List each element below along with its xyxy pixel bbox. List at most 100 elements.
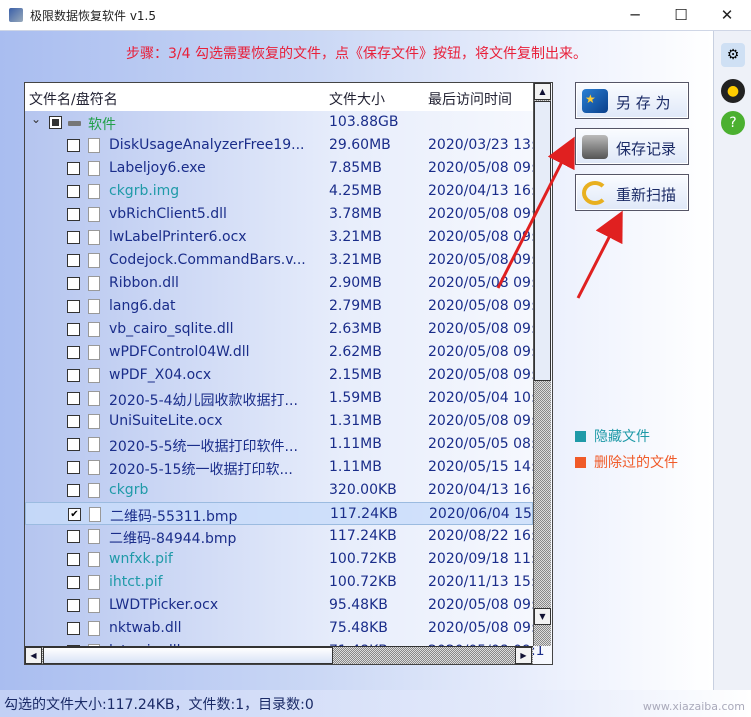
file-date: 2020/05/08 09:1 [428, 597, 545, 613]
file-checkbox[interactable] [67, 392, 80, 405]
file-row[interactable]: nktwab.dll 75.48KB 2020/05/08 09:1 [25, 617, 545, 640]
file-icon [88, 161, 100, 176]
qq-penguin-icon[interactable]: ● [721, 79, 745, 103]
file-name: vb_cairo_sqlite.dll [109, 321, 234, 337]
file-checkbox[interactable] [67, 415, 80, 428]
file-row[interactable]: lang6.dat 2.79MB 2020/05/08 09:1 [25, 295, 545, 318]
file-checkbox[interactable]: ✔ [68, 508, 81, 521]
scroll-down-button[interactable]: ▼ [534, 608, 551, 625]
file-checkbox[interactable] [67, 461, 80, 474]
refresh-icon [582, 181, 608, 205]
file-checkbox[interactable] [67, 622, 80, 635]
file-checkbox[interactable] [67, 323, 80, 336]
file-row[interactable]: wPDF_X04.ocx 2.15MB 2020/05/08 09:1 [25, 364, 545, 387]
file-checkbox[interactable] [67, 254, 80, 267]
file-checkbox[interactable] [67, 553, 80, 566]
file-row[interactable]: vbRichClient5.dll 3.78MB 2020/05/08 09:1 [25, 203, 545, 226]
close-button[interactable]: ✕ [704, 0, 750, 31]
file-row[interactable]: wPDFControl04W.dll 2.62MB 2020/05/08 09:… [25, 341, 545, 364]
file-row[interactable]: ihtct.pif 100.72KB 2020/11/13 15:2 [25, 571, 545, 594]
file-row[interactable]: ✔ 二维码-55311.bmp 117.24KB 2020/06/04 15:2 [25, 502, 546, 525]
file-row[interactable]: 2020-5-15统一收据打印软... 1.11MB 2020/05/15 14… [25, 456, 545, 479]
file-row[interactable]: wnfxk.pif 100.72KB 2020/09/18 11:4 [25, 548, 545, 571]
horizontal-scrollbar[interactable]: ◀ ▶ [25, 646, 533, 664]
file-checkbox[interactable] [67, 530, 80, 543]
file-checkbox[interactable] [67, 162, 80, 175]
scroll-left-button[interactable]: ◀ [25, 647, 42, 664]
file-list[interactable]: 文件名/盘符名 文件大小 最后访问时间 ⌄ 软件 103.88GB DiskUs… [24, 82, 553, 665]
minimize-button[interactable]: ─ [612, 0, 658, 31]
status-bar: 勾选的文件大小:117.24KB，文件数:1，目录数:0 [0, 690, 751, 717]
file-checkbox[interactable] [67, 231, 80, 244]
vertical-scrollbar[interactable]: ▲ ▼ [533, 83, 551, 646]
file-checkbox[interactable] [67, 208, 80, 221]
file-size: 117.24KB [329, 528, 397, 544]
network-icon[interactable]: ⚙ [721, 43, 745, 67]
file-name: vbRichClient5.dll [109, 206, 227, 222]
file-row[interactable]: 二维码-84944.bmp 117.24KB 2020/08/22 16:2 [25, 525, 545, 548]
file-checkbox[interactable] [67, 599, 80, 612]
file-row[interactable]: 2020-5-5统一收据打印软件... 1.11MB 2020/05/05 08… [25, 433, 545, 456]
file-date: 2020/09/18 11:4 [428, 551, 545, 567]
file-row[interactable]: ckgrb.img 4.25MB 2020/04/13 16:2 [25, 180, 545, 203]
file-icon [88, 437, 100, 452]
file-icon [88, 138, 100, 153]
file-size: 2.79MB [329, 298, 382, 314]
file-row[interactable]: Ribbon.dll 2.90MB 2020/05/08 09:1 [25, 272, 545, 295]
file-date: 2020/05/08 09:1 [428, 275, 545, 291]
file-name: UniSuiteLite.ocx [109, 413, 223, 429]
scroll-up-button[interactable]: ▲ [534, 83, 551, 100]
rescan-button[interactable]: 重新扫描 [575, 174, 689, 211]
file-date: 2020/05/08 09:1 [428, 160, 545, 176]
maximize-button[interactable]: ☐ [658, 0, 704, 31]
file-date: 2020/05/05 08:5 [428, 436, 545, 452]
file-size: 75.48KB [329, 620, 388, 636]
file-size: 1.11MB [329, 459, 382, 475]
legend-hidden-files: 隐藏文件 [575, 426, 650, 446]
file-row[interactable]: LWDTPicker.ocx 95.48KB 2020/05/08 09:1 [25, 594, 545, 617]
file-checkbox[interactable] [67, 185, 80, 198]
file-size: 2.62MB [329, 344, 382, 360]
file-size: 3.78MB [329, 206, 382, 222]
column-header-name[interactable]: 文件名/盘符名 [29, 89, 118, 109]
horizontal-scroll-thumb[interactable] [43, 647, 333, 664]
root-name: 软件 [88, 117, 116, 133]
root-folder-row[interactable]: ⌄ 软件 103.88GB [25, 111, 533, 134]
file-checkbox[interactable] [67, 576, 80, 589]
file-checkbox[interactable] [67, 346, 80, 359]
file-size: 1.11MB [329, 436, 382, 452]
file-row[interactable]: DiskUsageAnalyzerFree19... 29.60MB 2020/… [25, 134, 545, 157]
scroll-right-button[interactable]: ▶ [515, 647, 532, 664]
vertical-scroll-thumb[interactable] [534, 101, 551, 381]
file-checkbox[interactable] [67, 484, 80, 497]
save-log-button[interactable]: 保存记录 [575, 128, 689, 165]
file-name: lwLabelPrinter6.ocx [109, 229, 247, 245]
expand-chevron-icon[interactable]: ⌄ [31, 112, 41, 126]
file-icon [88, 322, 100, 337]
file-row[interactable]: vb_cairo_sqlite.dll 2.63MB 2020/05/08 09… [25, 318, 545, 341]
file-name: ihtct.pif [109, 574, 163, 590]
file-row[interactable]: UniSuiteLite.ocx 1.31MB 2020/05/08 09:1 [25, 410, 545, 433]
column-header-size[interactable]: 文件大小 [329, 89, 385, 109]
root-checkbox[interactable] [49, 116, 62, 129]
file-row[interactable]: 2020-5-4幼儿园收款收据打... 1.59MB 2020/05/04 10… [25, 387, 545, 410]
file-date: 2020/05/08 09:1 [428, 413, 545, 429]
file-checkbox[interactable] [67, 438, 80, 451]
file-size: 4.25MB [329, 183, 382, 199]
file-row[interactable]: lwLabelPrinter6.ocx 3.21MB 2020/05/08 09… [25, 226, 545, 249]
file-checkbox[interactable] [67, 277, 80, 290]
side-toolbar: ⚙ ● ? [713, 31, 751, 690]
file-icon [88, 345, 100, 360]
column-header-date[interactable]: 最后访问时间 [428, 89, 512, 109]
file-checkbox[interactable] [67, 139, 80, 152]
save-as-button[interactable]: ★ 另 存 为 [575, 82, 689, 119]
file-row[interactable]: Codejock.CommandBars.v... 3.21MB 2020/05… [25, 249, 545, 272]
file-size: 117.24KB [330, 506, 398, 522]
file-row[interactable]: ckgrb 320.00KB 2020/04/13 16:2 [25, 479, 545, 502]
file-row[interactable]: Labeljoy6.exe 7.85MB 2020/05/08 09:1 [25, 157, 545, 180]
help-icon[interactable]: ? [721, 111, 745, 135]
file-date: 2020/11/13 15:2 [428, 574, 545, 590]
file-checkbox[interactable] [67, 369, 80, 382]
file-size: 2.63MB [329, 321, 382, 337]
file-checkbox[interactable] [67, 300, 80, 313]
